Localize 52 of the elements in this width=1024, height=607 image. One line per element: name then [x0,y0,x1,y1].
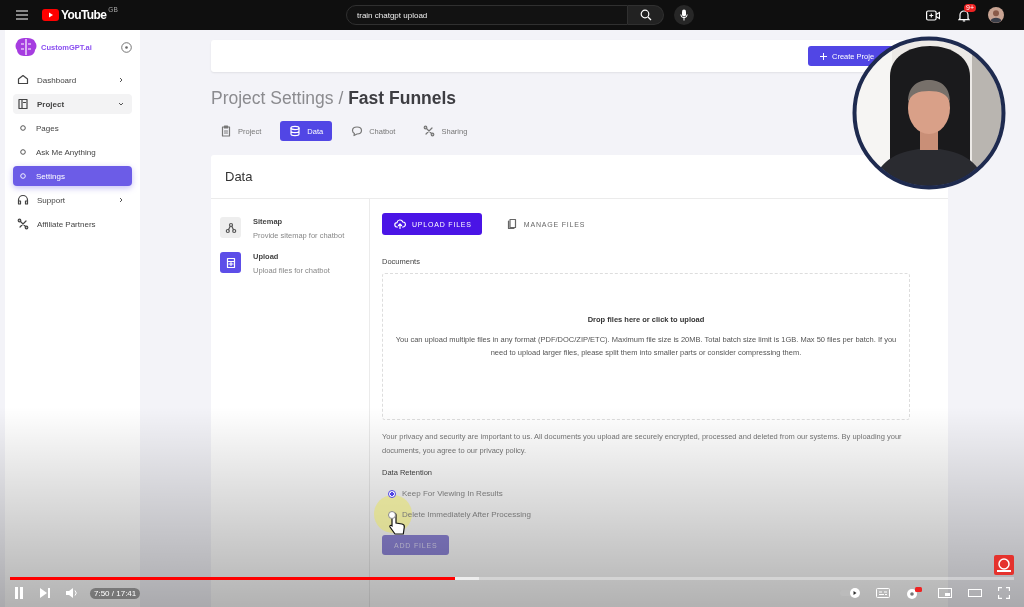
source-icon-tile[interactable] [220,252,241,273]
chevron-down-icon [118,101,124,107]
circle-icon [20,125,26,131]
nav-item[interactable]: Dashboard [13,70,132,90]
book-icon [17,98,29,110]
nav-item[interactable]: Affiliate Partners [13,214,132,234]
files-icon [505,218,518,230]
radio-button[interactable] [388,489,396,498]
nodes-icon [17,218,29,230]
play-logo-icon [42,9,59,21]
headset-icon [17,194,29,206]
channel-logo-icon[interactable] [994,555,1014,575]
bell-icon[interactable] [958,8,970,22]
collapse-toggle-icon[interactable] [121,41,132,53]
page-title: Project Settings / Fast Funnels [211,88,457,109]
voice-search-button[interactable] [674,5,694,25]
miniplayer-icon[interactable] [938,588,952,598]
fullscreen-icon[interactable] [998,587,1010,599]
video-time: 7:50 / 17:41 [90,587,141,599]
settings-icon[interactable] [906,586,922,600]
circle-icon [20,149,26,155]
nav-item[interactable]: Support [13,190,132,210]
create-video-icon[interactable] [926,9,940,21]
theater-mode-icon[interactable] [968,589,982,597]
sub-nav-item[interactable]: Pages [13,118,132,138]
chevron-right-icon [118,77,124,83]
circle-icon [20,173,26,179]
search-button[interactable] [628,5,664,25]
logo-text: YouTube [61,8,107,22]
avatar-icon[interactable] [988,7,1004,23]
microphone-icon [680,9,688,21]
home-icon [17,74,29,86]
chevron-right-icon [118,197,124,203]
cloud-upload-icon [394,218,406,230]
database-icon [289,125,302,137]
clipboard-icon [220,125,232,137]
file-upload-icon [224,256,237,269]
nodes-icon [423,125,436,137]
sitemap-icon [224,221,237,234]
dropzone[interactable] [382,273,910,420]
menu-icon[interactable] [16,10,28,20]
source-icon-tile[interactable] [220,217,241,238]
nav-item[interactable]: Project [13,94,132,114]
search-field[interactable]: train chatgpt upload [346,5,628,25]
plus-icon [820,52,827,60]
progress-bar[interactable] [10,577,1014,580]
brain-logo-icon [15,37,37,57]
chat-icon [351,125,364,137]
sub-nav-item[interactable]: Ask Me Anything [13,142,132,162]
search-icon [639,9,652,21]
radio-label[interactable]: Keep For Viewing In Results [402,489,503,498]
sub-nav-item[interactable]: Settings [13,166,132,186]
